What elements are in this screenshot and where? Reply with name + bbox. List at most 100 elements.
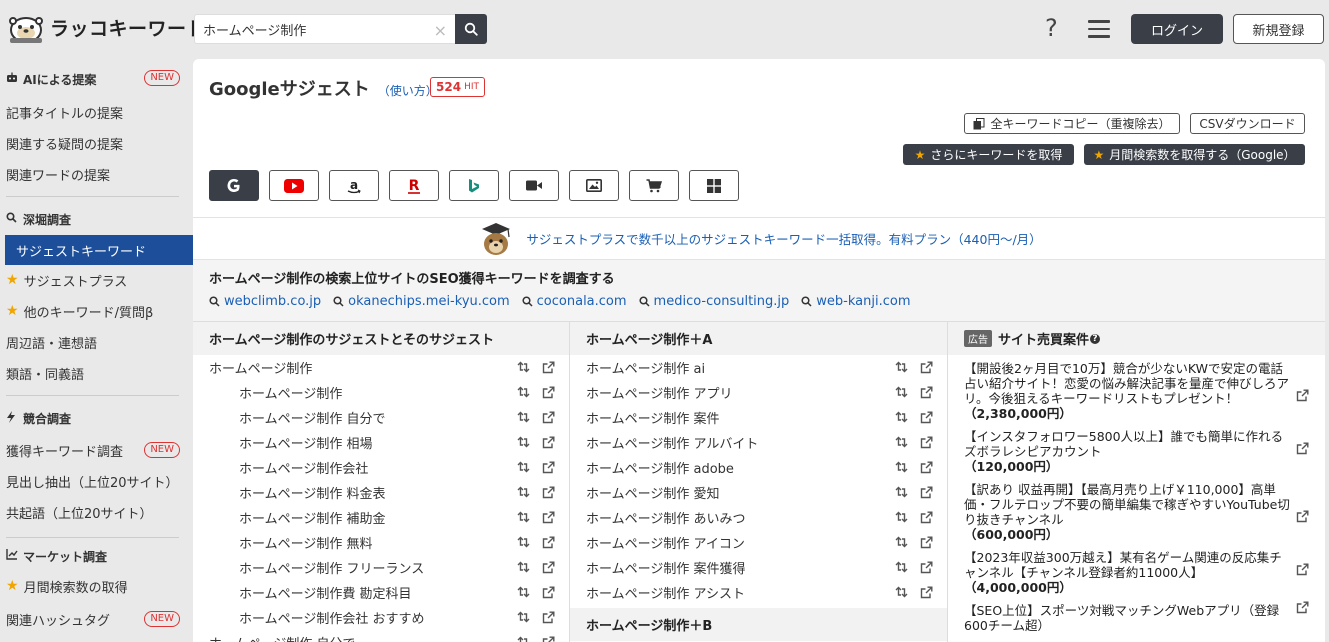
monthly-volume-button[interactable]: ★ 月間検索数を取得する（Google）: [1084, 144, 1305, 165]
list-item[interactable]: ホームページ制作 自分で: [193, 630, 569, 642]
external-link-button[interactable]: [1296, 563, 1309, 579]
tab-rakuten[interactable]: R: [389, 170, 439, 201]
sidebar-item-cooccurrence[interactable]: 共起語（上位20サイト）: [0, 499, 180, 525]
swap-button[interactable]: [895, 536, 908, 549]
ad-item[interactable]: 【2023年収益300万越え】某有名ゲーム関連の反応集チャンネル【チャンネル登録…: [948, 550, 1325, 595]
tab-shopping[interactable]: [629, 170, 679, 201]
tab-amazon[interactable]: a: [329, 170, 379, 201]
swap-button[interactable]: [895, 436, 908, 449]
open-external-button[interactable]: [920, 511, 933, 524]
external-link-button[interactable]: [1296, 389, 1309, 405]
swap-button[interactable]: [517, 586, 530, 599]
open-external-button[interactable]: [920, 436, 933, 449]
ad-text[interactable]: 【開設後2ヶ月目で10万】競合が少ないKWで安定の電話占い紹介サイト！恋愛の悩み…: [964, 361, 1291, 406]
search-input[interactable]: ホームページ制作 ×: [194, 14, 455, 44]
open-external-button[interactable]: [542, 611, 555, 624]
list-item[interactable]: ホームページ制作会社 おすすめ: [193, 605, 569, 630]
open-external-button[interactable]: [542, 461, 555, 474]
open-external-button[interactable]: [542, 561, 555, 574]
hamburger-menu-icon[interactable]: [1088, 20, 1110, 43]
open-external-button[interactable]: [542, 486, 555, 499]
external-link-button[interactable]: [1296, 442, 1309, 458]
swap-button[interactable]: [895, 486, 908, 499]
swap-button[interactable]: [895, 586, 908, 599]
keyword-text[interactable]: ホームページ制作 adobe: [586, 458, 947, 477]
howto-link[interactable]: （使い方）: [378, 82, 438, 99]
swap-button[interactable]: [517, 361, 530, 374]
swap-button[interactable]: [517, 411, 530, 424]
list-item[interactable]: ホームページ制作 案件: [570, 405, 947, 430]
sidebar-item-acquired-keywords[interactable]: 獲得キーワード調査 NEW: [0, 437, 180, 463]
sidebar-item-suggest-plus[interactable]: ★ サジェストプラス: [0, 267, 180, 293]
search-button[interactable]: [455, 14, 487, 44]
ad-text[interactable]: 【2023年収益300万越え】某有名ゲーム関連の反応集チャンネル【チャンネル登録…: [964, 550, 1291, 580]
ad-text[interactable]: 【インスタフォロワー5800人以上】誰でも簡単に作れるズボラレシピアカウント: [964, 429, 1291, 459]
open-external-button[interactable]: [920, 461, 933, 474]
tab-app-store[interactable]: [689, 170, 739, 201]
help-icon[interactable]: ?: [1045, 14, 1058, 42]
keyword-text[interactable]: ホームページ制作 アイコン: [586, 533, 947, 552]
swap-button[interactable]: [517, 536, 530, 549]
ad-item[interactable]: 【開設後2ヶ月目で10万】競合が少ないKWで安定の電話占い紹介サイト！恋愛の悩み…: [948, 361, 1325, 421]
swap-button[interactable]: [895, 561, 908, 574]
list-item[interactable]: ホームページ制作 アルバイト: [570, 430, 947, 455]
list-item[interactable]: ホームページ制作会社: [193, 455, 569, 480]
list-item[interactable]: ホームページ制作 アシスト: [570, 580, 947, 605]
more-keywords-button[interactable]: ★ さらにキーワードを取得: [903, 144, 1074, 165]
open-external-button[interactable]: [542, 386, 555, 399]
keyword-text[interactable]: ホームページ制作 案件: [586, 408, 947, 427]
list-item[interactable]: ホームページ制作 案件獲得: [570, 555, 947, 580]
seo-link[interactable]: medico-consulting.jp: [638, 294, 790, 309]
swap-button[interactable]: [517, 636, 530, 642]
swap-button[interactable]: [517, 511, 530, 524]
help-icon[interactable]: ?: [1090, 333, 1101, 344]
tab-bing[interactable]: [449, 170, 499, 201]
open-external-button[interactable]: [542, 511, 555, 524]
sidebar-item-related-words[interactable]: 関連ワードの提案: [0, 161, 180, 187]
open-external-button[interactable]: [542, 586, 555, 599]
open-external-button[interactable]: [920, 386, 933, 399]
tab-youtube[interactable]: [269, 170, 319, 201]
open-external-button[interactable]: [542, 411, 555, 424]
swap-button[interactable]: [517, 611, 530, 624]
list-item[interactable]: ホームページ制作 料金表: [193, 480, 569, 505]
seo-link[interactable]: okanechips.mei-kyu.com: [333, 294, 510, 309]
list-item[interactable]: ホームページ制作 無料: [193, 530, 569, 555]
sidebar-item-suggest-keyword[interactable]: サジェストキーワード: [5, 235, 193, 265]
login-button[interactable]: ログイン: [1131, 14, 1223, 44]
list-item[interactable]: ホームページ制作 アプリ: [570, 380, 947, 405]
sidebar-item-associations[interactable]: 周辺語・連想語: [0, 329, 180, 355]
ad-item[interactable]: 【SEO上位】スポーツ対戦マッチングWebアプリ（登録600チーム超）: [948, 601, 1325, 633]
seo-link-text[interactable]: medico-consulting.jp: [654, 294, 790, 309]
list-item[interactable]: ホームページ制作 フリーランス: [193, 555, 569, 580]
open-external-button[interactable]: [542, 536, 555, 549]
sidebar-item-other-keywords[interactable]: ★ 他のキーワード/質問β: [0, 298, 180, 324]
list-item[interactable]: ホームページ制作 adobe: [570, 455, 947, 480]
list-item[interactable]: ホームページ制作 自分で: [193, 405, 569, 430]
swap-button[interactable]: [895, 461, 908, 474]
ad-text[interactable]: 【SEO上位】スポーツ対戦マッチングWebアプリ（登録600チーム超）: [964, 603, 1291, 633]
seo-link-text[interactable]: okanechips.mei-kyu.com: [348, 294, 509, 309]
csv-download-button[interactable]: CSVダウンロード: [1190, 113, 1305, 134]
open-external-button[interactable]: [542, 636, 555, 642]
open-external-button[interactable]: [920, 361, 933, 374]
open-external-button[interactable]: [920, 586, 933, 599]
logo[interactable]: ラッコキーワード: [6, 10, 206, 44]
sidebar-item-article-title[interactable]: 記事タイトルの提案: [0, 99, 180, 125]
promo-banner[interactable]: サジェストプラスで数千以上のサジェストキーワード一括取得。有料プラン（440円〜…: [193, 217, 1325, 259]
open-external-button[interactable]: [542, 436, 555, 449]
list-item[interactable]: ホームページ制作 相場: [193, 430, 569, 455]
seo-link[interactable]: webclimb.co.jp: [209, 294, 321, 309]
tab-video[interactable]: [509, 170, 559, 201]
open-external-button[interactable]: [920, 486, 933, 499]
swap-button[interactable]: [517, 386, 530, 399]
list-item[interactable]: ホームページ制作 ai: [570, 355, 947, 380]
swap-button[interactable]: [517, 436, 530, 449]
keyword-text[interactable]: ホームページ制作 ai: [586, 358, 947, 377]
sidebar-item-synonyms[interactable]: 類語・同義語: [0, 360, 180, 386]
list-item[interactable]: ホームページ制作費 勘定科目: [193, 580, 569, 605]
external-link-button[interactable]: [1296, 510, 1309, 526]
sidebar-item-hashtags[interactable]: 関連ハッシュタグ NEW: [0, 606, 180, 632]
open-external-button[interactable]: [920, 561, 933, 574]
list-item[interactable]: ホームページ制作: [193, 380, 569, 405]
